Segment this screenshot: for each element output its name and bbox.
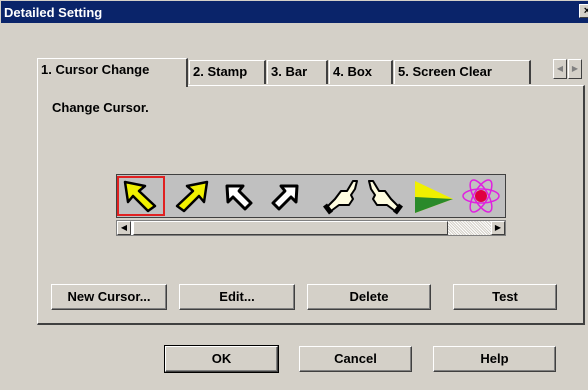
edit-button[interactable]: Edit... [179,284,295,310]
tab-scroll-right-button[interactable]: ▶ [568,59,582,79]
cursor-item[interactable] [215,176,263,216]
arrow-left-outline-icon [225,184,253,211]
scroll-track[interactable] [448,221,491,235]
pointing-hand-left-icon [323,180,358,215]
cursor-list-scrollbar[interactable]: ◀ ▶ [116,220,506,236]
cursor-list [116,174,506,218]
window-title: Detailed Setting [4,4,103,20]
cursor-item[interactable] [167,176,215,216]
detailed-setting-dialog: Detailed Setting × 1. Cursor Change 2. S… [0,0,588,390]
scroll-right-button[interactable]: ▶ [491,221,505,235]
tab-stamp[interactable]: 2. Stamp [189,60,266,84]
help-button[interactable]: Help [433,346,556,372]
arrow-left-yellow-icon [123,180,157,213]
cursor-item[interactable] [361,176,409,216]
triangle-pointer-icon [415,181,453,213]
tab-box[interactable]: 4. Box [329,60,393,84]
scroll-left-button[interactable]: ◀ [117,221,131,235]
tab-cursor-change[interactable]: 1. Cursor Change [37,58,188,87]
tab-scroll-left-button[interactable]: ◀ [553,59,567,79]
cursor-item[interactable] [261,176,309,216]
title-bar: Detailed Setting × [1,1,588,23]
atom-icon [462,179,500,213]
cancel-button[interactable]: Cancel [299,346,412,372]
delete-button[interactable]: Delete [307,284,431,310]
close-button[interactable]: × [579,4,588,18]
arrow-right-outline-icon [271,184,299,211]
pointing-hand-right-icon [368,180,403,215]
tab-screen-clear[interactable]: 5. Screen Clear [394,60,531,84]
ok-button[interactable]: OK [164,345,279,373]
cursor-item[interactable] [117,176,165,216]
scroll-thumb[interactable] [133,221,448,235]
change-cursor-label: Change Cursor. [52,100,149,115]
tab-bar[interactable]: 3. Bar [267,60,328,84]
test-button[interactable]: Test [453,284,557,310]
arrow-right-yellow-icon [175,180,209,213]
cursor-item[interactable] [409,176,457,216]
cursor-item[interactable] [317,176,365,216]
cursor-item[interactable] [457,176,505,216]
new-cursor-button[interactable]: New Cursor... [51,284,167,310]
